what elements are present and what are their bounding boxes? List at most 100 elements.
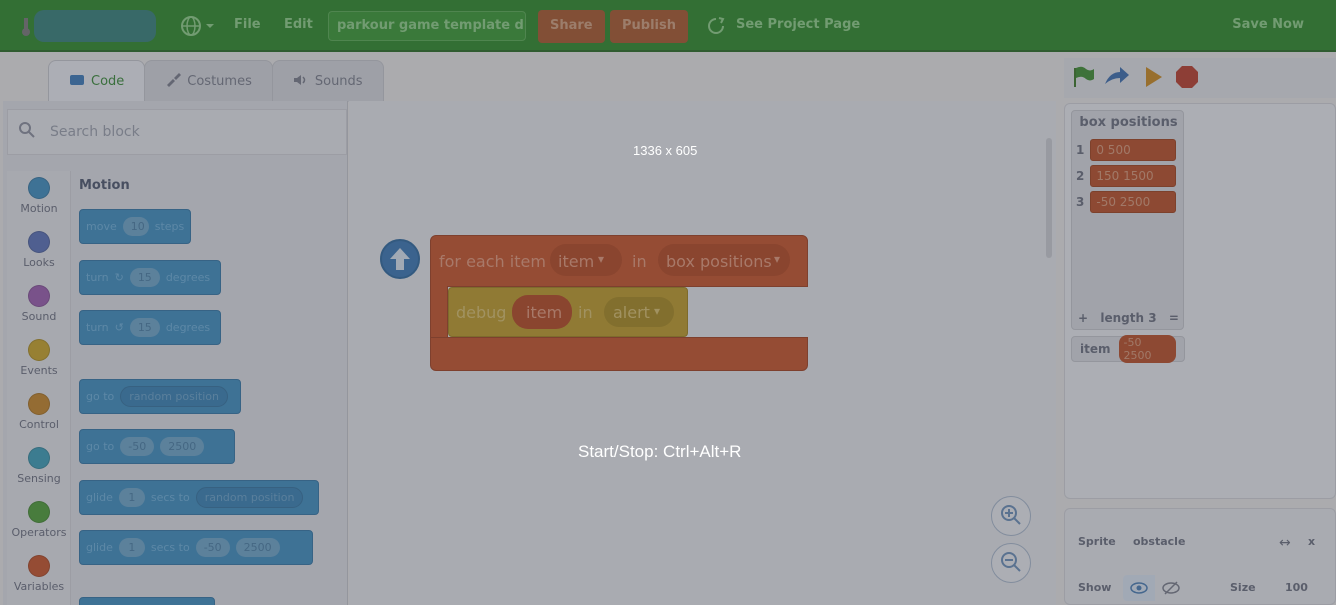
variable-value: -50 2500 xyxy=(1118,335,1176,363)
block-text: secs to xyxy=(150,491,190,504)
publish-button[interactable]: Publish xyxy=(610,10,688,43)
editor-tabs: Code Costumes Sounds xyxy=(48,60,384,102)
category-sensing[interactable]: Sensing xyxy=(7,447,71,485)
zoom-in-button[interactable] xyxy=(991,496,1031,536)
block-text: move xyxy=(86,220,117,233)
category-events[interactable]: Events xyxy=(7,339,71,377)
variable-monitor: item -50 2500 xyxy=(1071,335,1185,363)
list-monitor: box positions 1 0 500 2 150 1500 3 -50 2… xyxy=(1071,110,1184,330)
glide-random-block[interactable]: glide 1 secs to random position xyxy=(79,480,319,515)
size-overlay-text: 1336 x 605 xyxy=(633,143,698,158)
section-title: Motion xyxy=(79,178,130,193)
in-label: in xyxy=(632,252,647,271)
category-menu: Motion Looks Sound Events Control Sensin… xyxy=(7,171,71,605)
green-flag-icon[interactable] xyxy=(1070,64,1096,93)
zoom-out-button[interactable] xyxy=(991,543,1031,583)
y-input[interactable]: 2500 xyxy=(160,437,205,456)
tab-code[interactable]: Code xyxy=(48,60,146,102)
list-item: 1 0 500 xyxy=(1076,139,1177,161)
tab-costumes-label: Costumes xyxy=(187,74,252,89)
share-button[interactable]: Share xyxy=(538,10,605,43)
number-input[interactable]: 10 xyxy=(122,217,149,236)
globe-icon[interactable] xyxy=(180,14,216,41)
debug-item-label: item xyxy=(526,303,563,322)
eye-hidden-icon[interactable] xyxy=(1155,575,1187,601)
for-each-block-bottom xyxy=(430,337,808,371)
eye-icon[interactable] xyxy=(1123,575,1155,601)
category-label: Control xyxy=(19,418,59,431)
list-item: 3 -50 2500 xyxy=(1076,191,1177,213)
workspace-scrollbar[interactable] xyxy=(1046,138,1052,258)
operators-category-icon xyxy=(28,501,50,523)
add-item-button[interactable]: + xyxy=(1078,311,1088,325)
file-menu[interactable]: File xyxy=(234,17,261,32)
secs-input[interactable]: 1 xyxy=(118,538,145,557)
category-label: Sound xyxy=(21,310,57,323)
horizontal-arrows-icon: ↔ xyxy=(1279,535,1291,551)
turbo-icon[interactable] xyxy=(1102,64,1130,93)
move-steps-block[interactable]: move 10 steps xyxy=(79,209,191,244)
menu-bar: File Edit parkour game template d... Sha… xyxy=(0,0,1336,52)
category-control[interactable]: Control xyxy=(7,393,71,431)
see-project-page-link[interactable]: See Project Page xyxy=(736,17,860,32)
target-dropdown[interactable]: random position xyxy=(120,386,228,407)
play-icon[interactable] xyxy=(1142,64,1166,93)
x-input[interactable]: -50 xyxy=(120,437,155,456)
rotate-right-icon: ↻ xyxy=(114,271,124,284)
next-block[interactable] xyxy=(79,597,215,605)
for-each-label: for each item xyxy=(439,252,546,271)
variable-label: item xyxy=(1080,342,1111,356)
tab-sounds-label: Sounds xyxy=(314,74,363,89)
block-text: glide xyxy=(86,541,113,554)
list-monitor-title: box positions xyxy=(1079,115,1178,130)
events-category-icon xyxy=(28,339,50,361)
glide-xy-block[interactable]: glide 1 secs to -50 2500 xyxy=(79,530,313,565)
block-text: steps xyxy=(154,220,185,233)
list-length: length 3 xyxy=(1100,311,1157,325)
looks-category-icon xyxy=(28,231,50,253)
dropdown-arrow-icon: ▾ xyxy=(774,252,781,266)
category-sound[interactable]: Sound xyxy=(7,285,71,323)
logo[interactable] xyxy=(18,8,158,44)
project-title-input[interactable]: parkour game template d... xyxy=(328,11,526,41)
secs-input[interactable]: 1 xyxy=(118,488,145,507)
category-looks[interactable]: Looks xyxy=(7,231,71,269)
category-variables[interactable]: Variables xyxy=(7,555,71,593)
list-value[interactable]: 150 1500 xyxy=(1090,165,1177,187)
sprite-name-field[interactable]: obstacle xyxy=(1133,535,1185,548)
dropdown-arrow-icon: ▾ xyxy=(598,252,605,266)
search-blocks-field[interactable]: Search block xyxy=(7,109,347,155)
list-value[interactable]: -50 2500 xyxy=(1090,191,1177,213)
search-placeholder: Search block xyxy=(50,124,140,140)
goto-xy-block[interactable]: go to -50 2500 xyxy=(79,429,235,464)
x-input[interactable]: -50 xyxy=(195,538,230,557)
number-input[interactable]: 15 xyxy=(129,318,160,337)
zoom-in-icon xyxy=(1000,504,1022,529)
block-text: turn xyxy=(86,271,109,284)
category-motion[interactable]: Motion xyxy=(7,177,71,215)
sprite-label: Sprite xyxy=(1078,535,1116,548)
block-text: degrees xyxy=(165,321,211,334)
save-now-button[interactable]: Save Now xyxy=(1232,17,1304,32)
stop-icon[interactable] xyxy=(1174,64,1200,93)
search-icon xyxy=(18,121,36,143)
size-field[interactable]: 100 xyxy=(1285,581,1308,594)
turn-left-block[interactable]: turn ↺ 15 degrees xyxy=(79,310,221,345)
debug-in-label: in xyxy=(578,303,593,322)
resize-handle[interactable]: = xyxy=(1169,311,1179,325)
turn-right-block[interactable]: turn ↻ 15 degrees xyxy=(79,260,221,295)
see-project-icon[interactable] xyxy=(706,16,726,39)
category-operators[interactable]: Operators xyxy=(7,501,71,539)
tab-costumes[interactable]: Costumes xyxy=(144,60,273,102)
y-input[interactable]: 2500 xyxy=(235,538,280,557)
sound-category-icon xyxy=(28,285,50,307)
goto-block[interactable]: go to random position xyxy=(79,379,241,414)
number-input[interactable]: 15 xyxy=(129,268,160,287)
up-arrow-icon[interactable] xyxy=(380,239,420,279)
block-text: glide xyxy=(86,491,113,504)
tab-sounds[interactable]: Sounds xyxy=(271,60,384,102)
target-dropdown[interactable]: random position xyxy=(195,487,304,508)
category-label: Operators xyxy=(11,526,67,539)
edit-menu[interactable]: Edit xyxy=(284,17,313,32)
list-value[interactable]: 0 500 xyxy=(1090,139,1177,161)
